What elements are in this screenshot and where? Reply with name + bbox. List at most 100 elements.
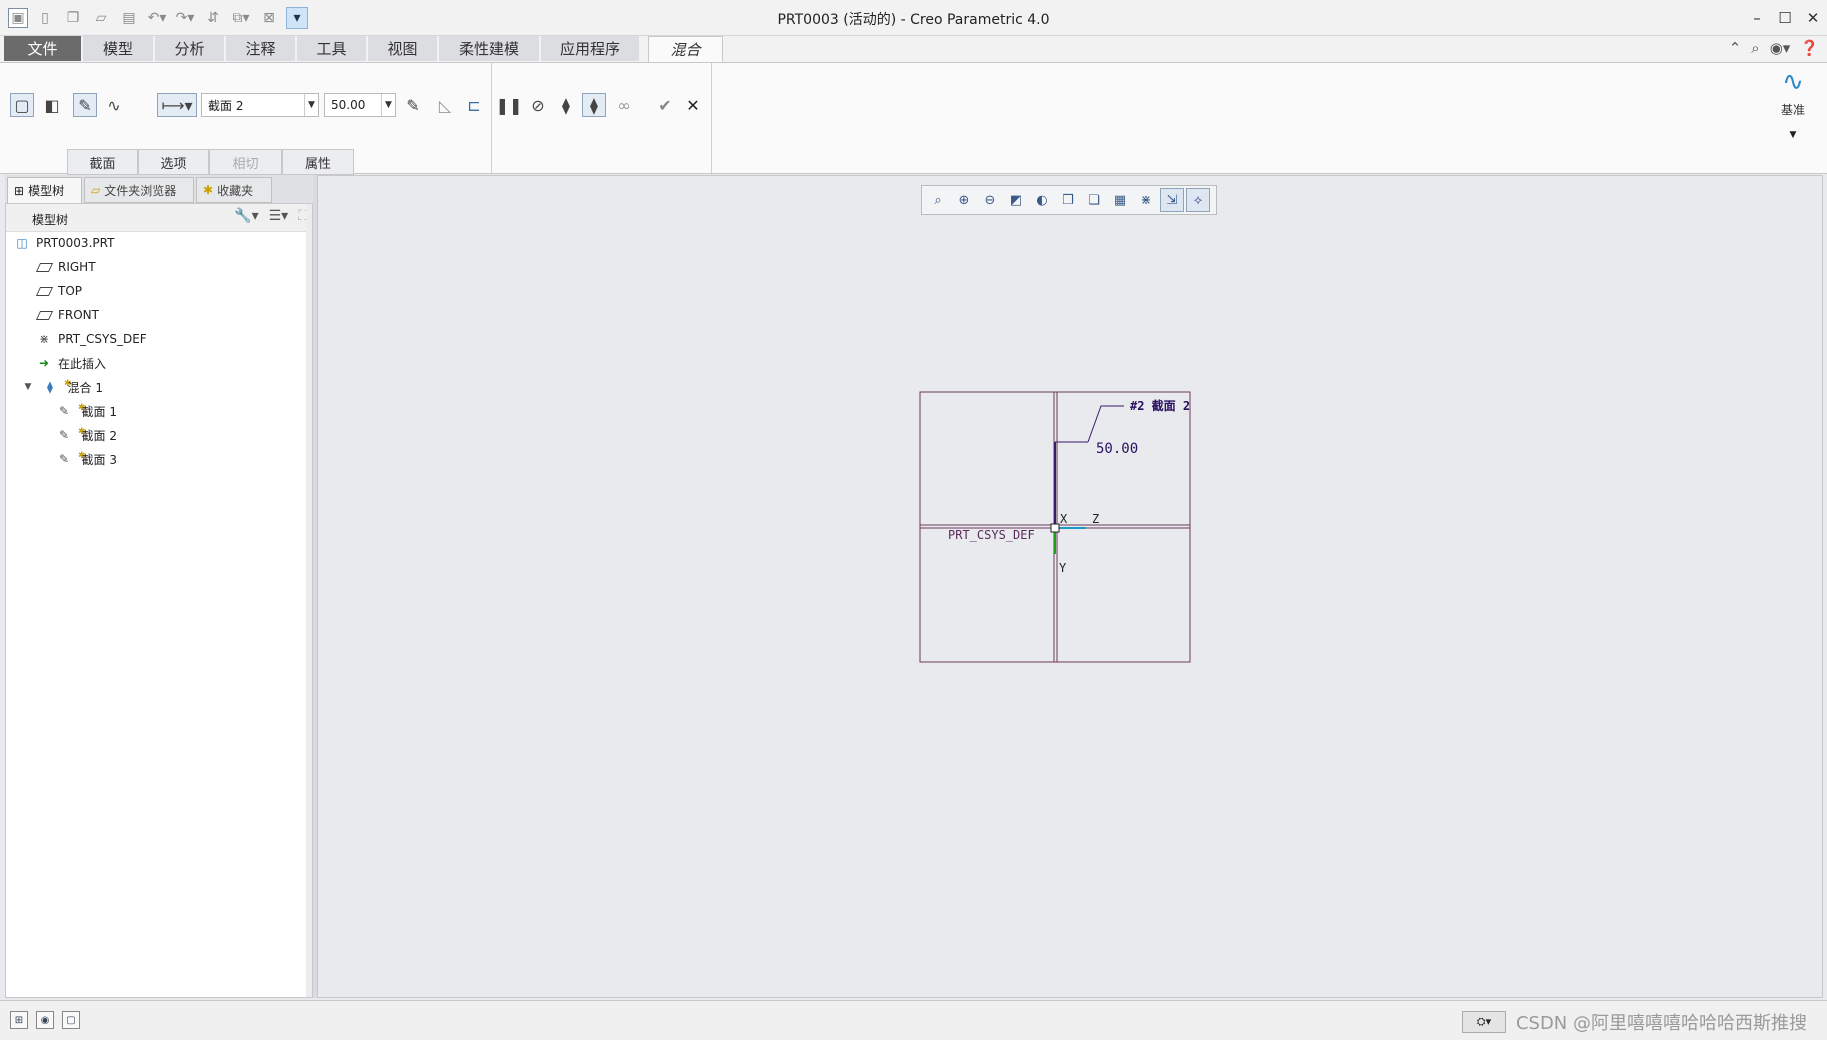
tab-analysis[interactable]: 分析 xyxy=(155,36,225,61)
tab-label: 文件夹浏览器 xyxy=(104,183,177,198)
tree-label: 混合 1 xyxy=(67,380,103,395)
chevron-down-icon[interactable]: ▼ xyxy=(304,94,318,116)
help-icon[interactable]: ❓ xyxy=(1800,39,1819,57)
collapse-ribbon-icon[interactable]: ⌃ xyxy=(1729,39,1742,57)
tree-item-top[interactable]: TOP xyxy=(35,280,83,302)
expand-triangle-icon[interactable]: ▼ xyxy=(20,379,36,395)
ribbon-right-tools: ⌃ ⌕ ◉▾ ❓ xyxy=(1729,39,1819,57)
tab-tools[interactable]: 工具 xyxy=(297,36,367,61)
datum-group[interactable]: ∿ 基准 ▼ xyxy=(1773,67,1813,140)
solid-icon[interactable]: ▢ xyxy=(10,93,34,117)
section-select-value: 截面 2 xyxy=(208,98,244,113)
verify-mode-icon[interactable]: ∞ xyxy=(612,93,636,117)
datum-label: 基准 xyxy=(1780,103,1805,117)
tab-view[interactable]: 视图 xyxy=(368,36,438,61)
tree-label: RIGHT xyxy=(58,260,96,274)
tab-flexible-modeling[interactable]: 柔性建模 xyxy=(439,36,540,61)
cancel-icon[interactable]: ✕ xyxy=(681,93,705,117)
subtab-properties[interactable]: 属性 xyxy=(282,149,354,175)
minimize-icon[interactable]: – xyxy=(1743,0,1771,36)
chevron-down-icon[interactable]: ▼ xyxy=(381,94,395,116)
tree-scrollbar[interactable] xyxy=(306,204,312,997)
part-icon: ◫ xyxy=(16,236,28,250)
tree-item-insert-here[interactable]: ➜ 在此插入 xyxy=(36,352,106,374)
depth-value-select[interactable]: 50.00 ▼ xyxy=(324,93,396,117)
geometry-preview-icon[interactable]: ⧫ xyxy=(554,93,578,117)
tab-blend[interactable]: 混合 xyxy=(648,36,723,62)
close-icon[interactable]: ✕ xyxy=(1799,0,1827,36)
coordinate-system-icon: ⋇ xyxy=(38,332,50,346)
tree-item-csys[interactable]: ⋇ PRT_CSYS_DEF xyxy=(36,328,147,350)
pause-icon[interactable]: ❚❚ xyxy=(496,93,523,117)
surface-icon[interactable]: ◧ xyxy=(40,93,64,117)
watermark: CSDN @阿里嘻嘻嘻哈哈哈西斯推搜 xyxy=(1515,1013,1807,1034)
settings-tools-icon[interactable]: 🔧▾ xyxy=(234,208,258,224)
tree-item-right[interactable]: RIGHT xyxy=(35,256,96,278)
tree-item-front[interactable]: FRONT xyxy=(35,304,99,326)
csys-origin xyxy=(1050,523,1060,533)
subtab-tangency[interactable]: 相切 xyxy=(209,149,282,175)
tree-label: 截面 2 xyxy=(81,428,117,443)
show-browser-icon[interactable]: ◉ xyxy=(36,1011,54,1029)
tree-item-section-3[interactable]: ✎ ✱截面 3 xyxy=(56,448,117,470)
tree-item-section-1[interactable]: ✎ ✱截面 1 xyxy=(56,400,117,422)
tab-folder-browser[interactable]: ▱ 文件夹浏览器 xyxy=(84,177,194,203)
blend-feature-icon: ⧫ xyxy=(47,380,53,394)
axis-y-label: Y xyxy=(1059,561,1067,575)
no-preview-icon[interactable]: ⊘ xyxy=(526,93,550,117)
maximize-icon[interactable]: ☐ xyxy=(1771,0,1799,36)
tab-annotate[interactable]: 注释 xyxy=(226,36,296,61)
datum-plane-icon xyxy=(35,259,53,275)
datum-plane-icon xyxy=(35,307,53,323)
tree-label: PRT0003.PRT xyxy=(36,236,115,250)
model-tree-tools: 🔧▾ ☰▾ ⛶ xyxy=(234,208,308,224)
chevron-down-icon[interactable]: ▼ xyxy=(1773,130,1813,140)
ribbon-tabs: 文件 模型 分析 注释 工具 视图 柔性建模 应用程序 混合 ⌃ ⌕ ◉▾ ❓ xyxy=(0,36,1827,62)
tree-label: TOP xyxy=(58,284,83,298)
tree-item-section-2[interactable]: ✎ ✱截面 2 xyxy=(56,424,117,446)
offset-dimension-icon[interactable]: ⟼▾ xyxy=(157,93,197,117)
show-navigator-icon[interactable]: ⊞ xyxy=(10,1011,28,1029)
tree-root-part[interactable]: ◫ PRT0003.PRT xyxy=(14,232,114,254)
folder-icon: ▱ xyxy=(91,183,101,197)
selected-sections-icon[interactable]: ∿ xyxy=(102,93,126,117)
favorites-icon: ✱ xyxy=(203,183,214,197)
creo-window: ▣ ▯ ❐ ▱ ▤ ↶▾ ↷▾ ⇵ ⧉▾ ⊠ ▾ PRT0003 (活动的) -… xyxy=(0,0,1827,1040)
datum-plane-icon xyxy=(35,283,53,299)
status-bar-icons: ⊞ ◉ ▢ xyxy=(10,1011,80,1029)
separator xyxy=(491,63,492,175)
tab-model-tree[interactable]: ⊞ 模型树 xyxy=(7,177,82,203)
tab-file[interactable]: 文件 xyxy=(4,36,82,61)
sketch-icon: ✎ xyxy=(58,428,70,442)
section-select[interactable]: 截面 2 ▼ xyxy=(201,93,319,117)
sketched-sections-icon[interactable]: ✎ xyxy=(73,93,97,117)
community-icon[interactable]: ◉▾ xyxy=(1770,39,1791,57)
axis-x-label: X xyxy=(1060,512,1068,526)
selection-filter[interactable]: ⛭▾ xyxy=(1461,1011,1506,1033)
show-icon[interactable]: ☰▾ xyxy=(269,208,289,224)
tab-label: 模型树 xyxy=(28,184,65,198)
graphics-window[interactable]: ⌕ ⊕ ⊖ ◩ ◐ ❒ ❏ ▦ ⋇ ⇲ ⟡ #2 截面 2 50.00 PRT_… xyxy=(317,175,1823,998)
thin-feature-icon[interactable]: ◺ xyxy=(433,93,457,117)
feature-preview-icon[interactable]: ⧫ xyxy=(582,93,606,117)
subtab-sections[interactable]: 截面 xyxy=(67,149,138,175)
subtab-options[interactable]: 选项 xyxy=(138,149,209,175)
tree-item-blend[interactable]: ▼ ⧫ ✱混合 1 xyxy=(20,376,103,398)
dimension-value: 50.00 xyxy=(1096,441,1138,457)
search-icon[interactable]: ⌕ xyxy=(1751,39,1759,57)
tree-label: 截面 3 xyxy=(81,452,117,467)
tab-model[interactable]: 模型 xyxy=(83,36,154,61)
section-tag: #2 截面 2 xyxy=(1130,398,1190,413)
window-title: PRT0003 (活动的) - Creo Parametric 4.0 xyxy=(777,12,1050,28)
ok-icon[interactable]: ✔ xyxy=(653,93,677,117)
depth-value: 50.00 xyxy=(331,98,366,112)
tab-applications[interactable]: 应用程序 xyxy=(541,36,640,61)
sketch-edit-icon[interactable]: ✎ xyxy=(401,93,425,117)
tree-label: FRONT xyxy=(58,308,99,322)
full-screen-icon[interactable]: ▢ xyxy=(62,1011,80,1029)
remove-material-icon[interactable]: ⊏ xyxy=(462,93,486,117)
model-tree-title: 模型树 xyxy=(32,213,69,227)
window-controls: – ☐ ✕ xyxy=(1743,0,1827,36)
tab-favorites[interactable]: ✱ 收藏夹 xyxy=(196,177,272,203)
status-bar: ⊞ ◉ ▢ ⛭▾ CSDN @阿里嘻嘻嘻哈哈哈西斯推搜 xyxy=(0,1000,1827,1040)
